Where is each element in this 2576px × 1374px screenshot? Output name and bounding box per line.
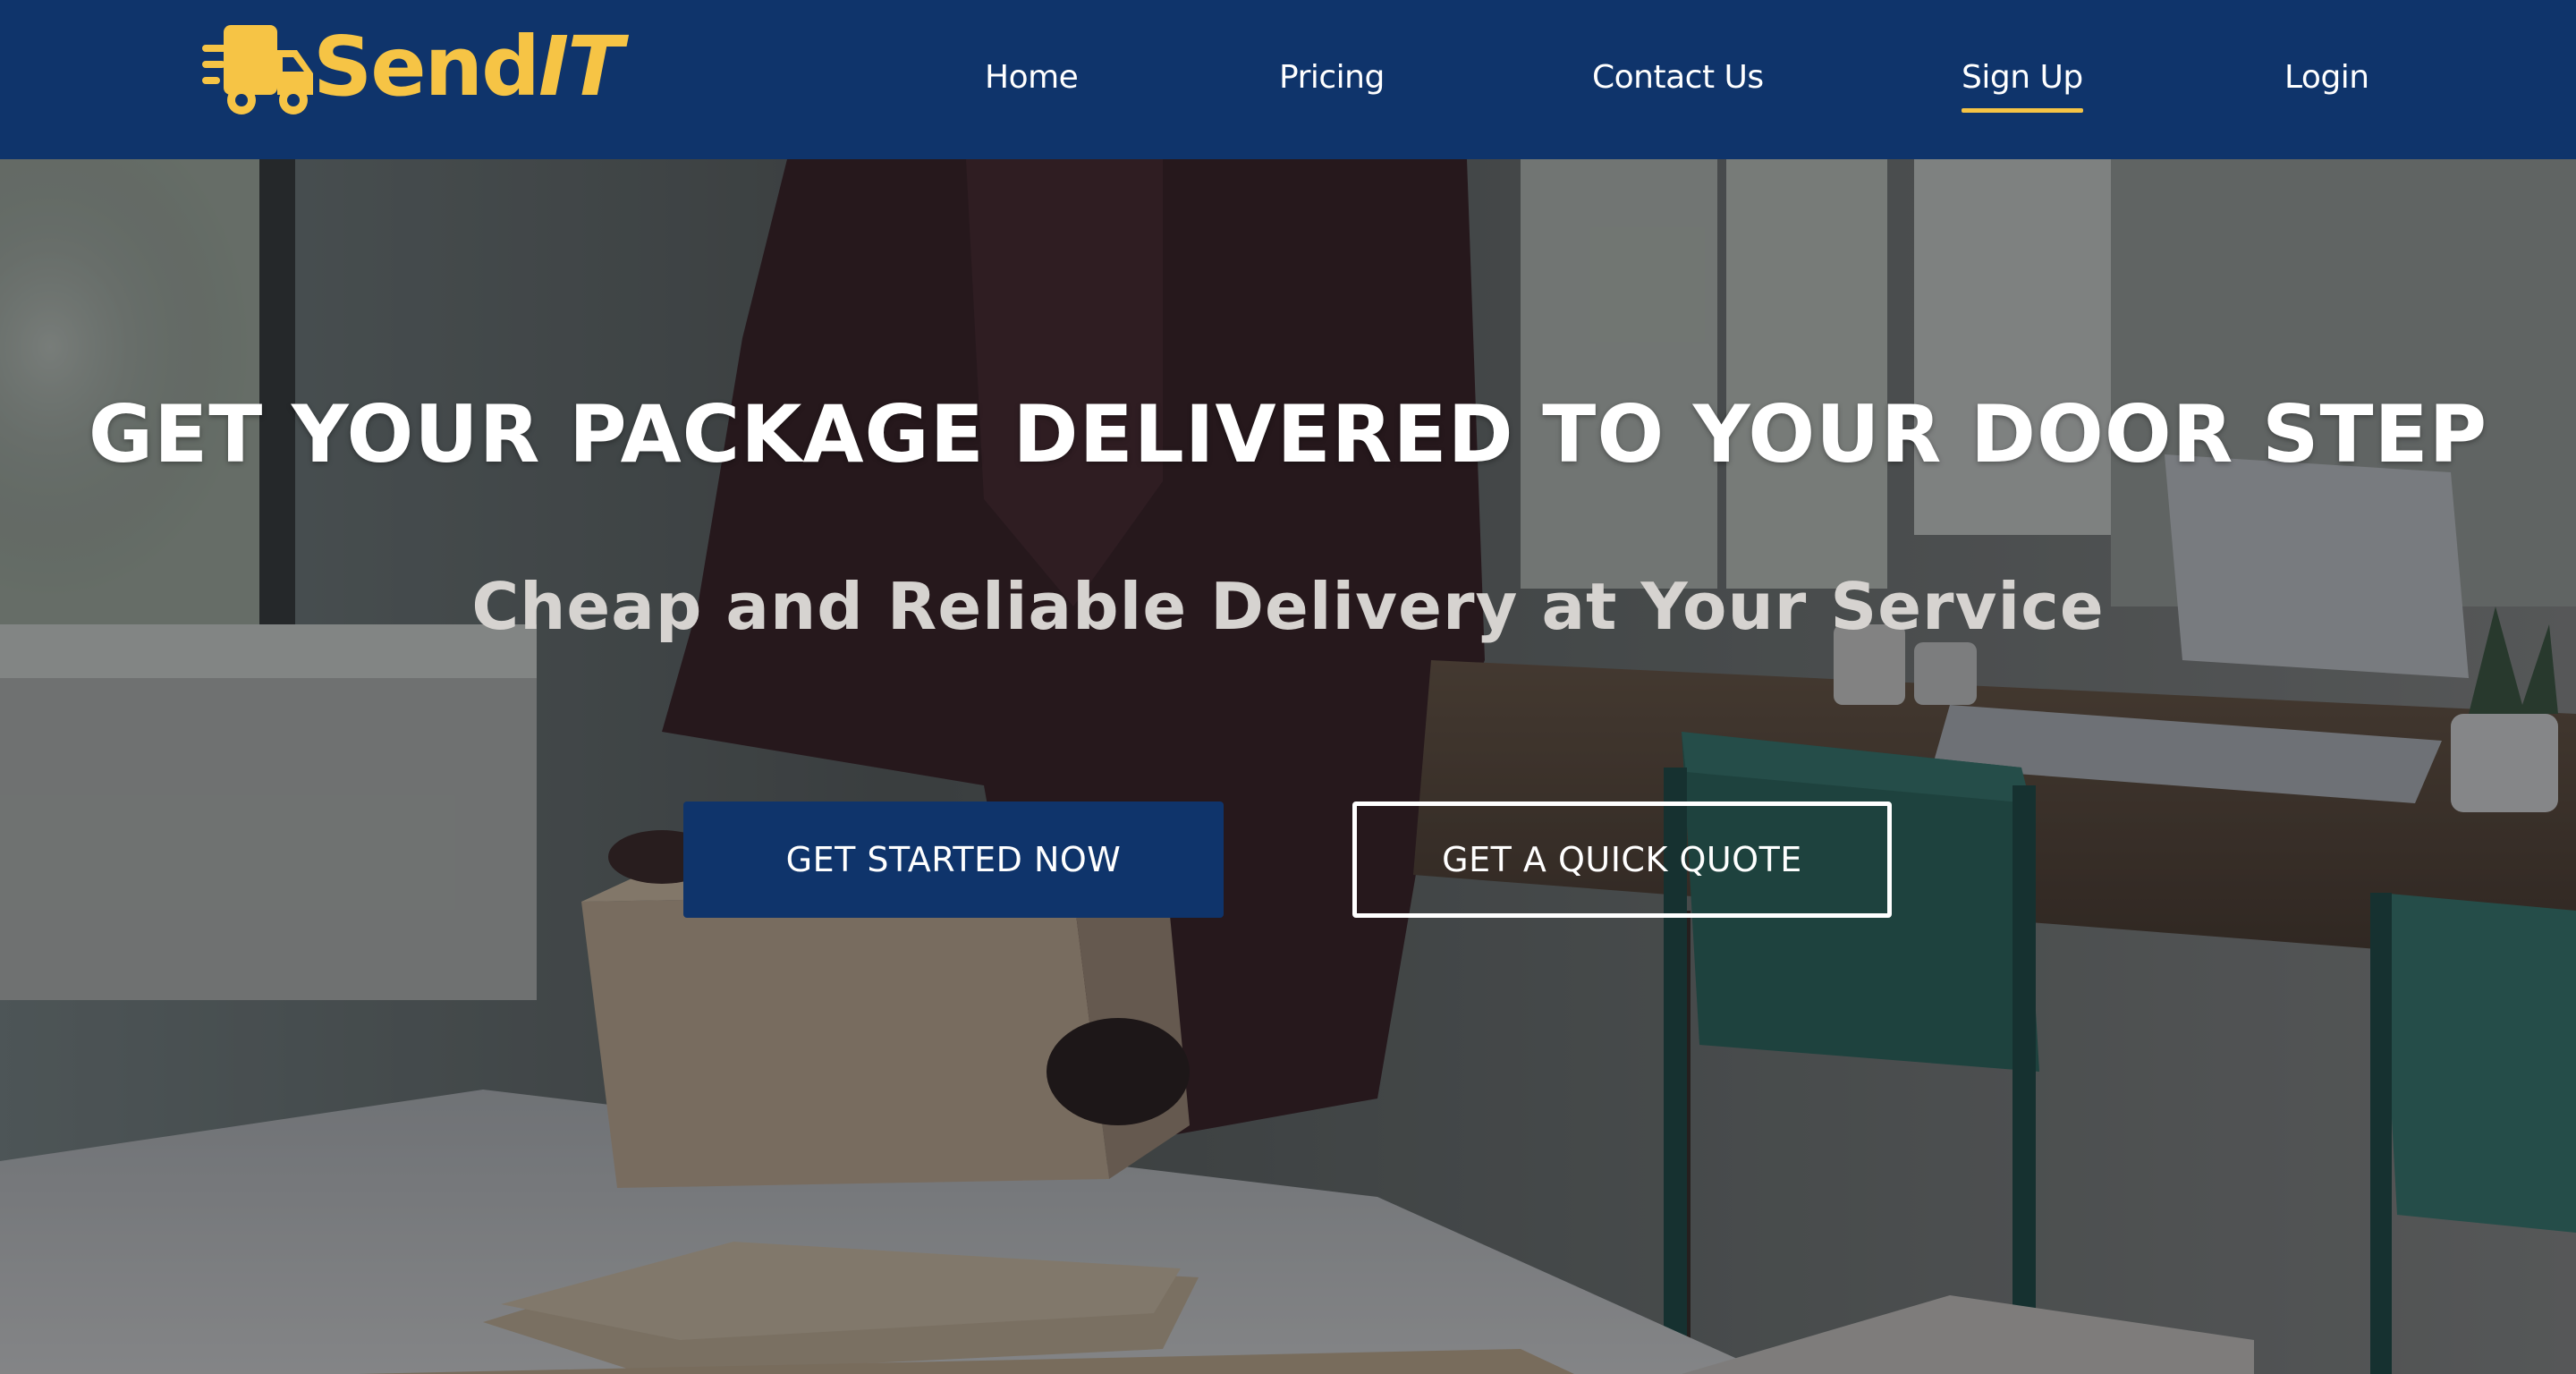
hero-subheadline: Cheap and Reliable Delivery at Your Serv… — [471, 569, 2105, 644]
brand-name-accent: IT — [538, 19, 623, 114]
landing-page: SendIT Home Pricing Contact Us Sign Up L… — [0, 0, 2576, 1374]
hero-dark-overlay — [0, 159, 2576, 1374]
nav-contact-link[interactable]: Contact Us — [1592, 55, 1764, 100]
top-navbar: SendIT Home Pricing Contact Us Sign Up L… — [0, 0, 2576, 159]
get-started-button[interactable]: GET STARTED NOW — [683, 802, 1224, 918]
brand-logo[interactable]: SendIT — [200, 18, 623, 116]
hero-section: GET YOUR PACKAGE DELIVERED TO YOUR DOOR … — [0, 159, 2576, 1374]
nav-login-link[interactable]: Login — [2284, 55, 2369, 100]
nav-home-link[interactable]: Home — [985, 55, 1079, 100]
nav-signup-link[interactable]: Sign Up — [1962, 55, 2083, 113]
nav-pricing-link[interactable]: Pricing — [1279, 55, 1385, 100]
delivery-truck-icon — [202, 25, 313, 114]
brand-name: SendIT — [313, 26, 623, 108]
brand-name-main: Send — [313, 19, 540, 114]
hero-headline: GET YOUR PACKAGE DELIVERED TO YOUR DOOR … — [88, 388, 2488, 480]
quick-quote-button[interactable]: GET A QUICK QUOTE — [1352, 802, 1892, 918]
